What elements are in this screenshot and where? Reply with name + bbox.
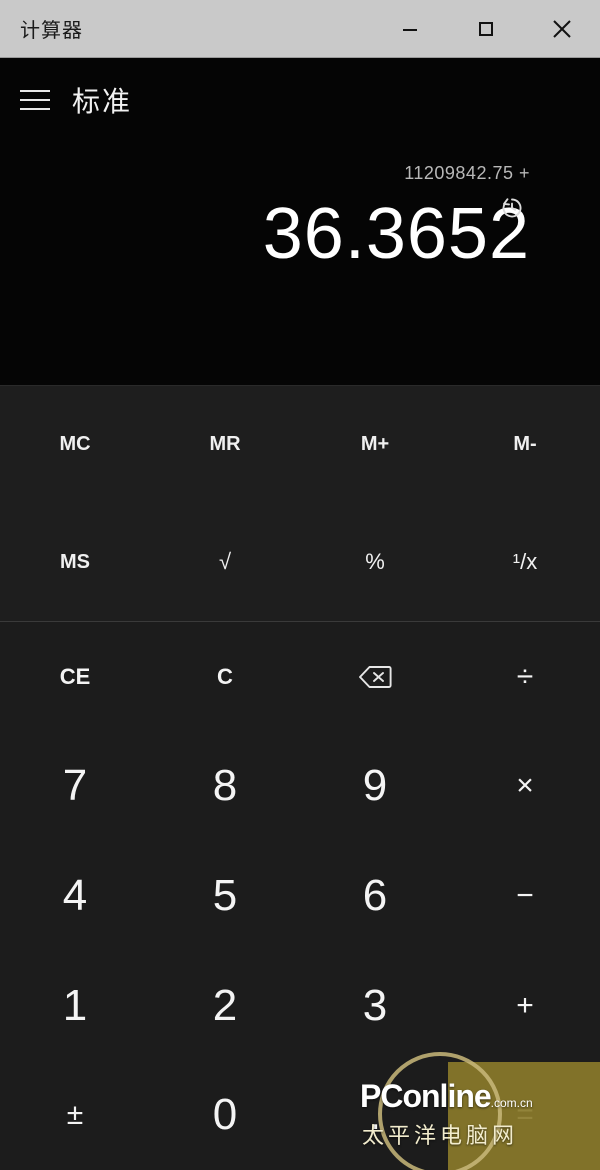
divide-key[interactable]: ÷ — [450, 622, 600, 732]
reciprocal-key[interactable]: ¹/x — [450, 504, 600, 622]
backspace-icon — [358, 664, 392, 690]
close-icon — [549, 16, 575, 42]
digit-4-key[interactable]: 4 — [0, 841, 150, 951]
expression-text: 11209842.75 + — [404, 163, 530, 183]
subtract-key[interactable]: − — [450, 841, 600, 951]
digit-5-key[interactable]: 5 — [150, 841, 300, 951]
display-area: 11209842.75 + 36.3652 — [0, 142, 600, 385]
hamburger-icon[interactable] — [20, 86, 56, 114]
window-title: 计算器 — [20, 20, 83, 42]
memory-key-m-minus[interactable]: M- — [450, 386, 600, 504]
maximize-icon — [475, 18, 497, 40]
digit-6-key[interactable]: 6 — [300, 841, 450, 951]
minimize-button[interactable] — [372, 0, 448, 58]
memory-key-mr[interactable]: MR — [150, 386, 300, 504]
equals-key[interactable]: = — [450, 1060, 600, 1170]
digit-3-key[interactable]: 3 — [300, 951, 450, 1061]
multiply-key[interactable]: × — [450, 732, 600, 842]
clear-entry-key[interactable]: CE — [0, 622, 150, 732]
memory-key-m-plus[interactable]: M+ — [300, 386, 450, 504]
memory-panel: MC MR M+ M- MS √ % ¹/x — [0, 385, 600, 621]
hamburger-line — [20, 99, 50, 101]
history-icon — [498, 194, 526, 227]
digit-7-key[interactable]: 7 — [0, 732, 150, 842]
digit-9-key[interactable]: 9 — [300, 732, 450, 842]
memory-key-mc[interactable]: MC — [0, 386, 150, 504]
keypad: CE C ÷ 7 8 9 × 4 5 6 − 1 2 3 + ± 0 . = — [0, 622, 600, 1170]
backspace-key[interactable] — [300, 622, 450, 732]
memory-key-ms[interactable]: MS — [0, 504, 150, 622]
mode-bar: 标准 — [0, 58, 600, 142]
decimal-point-key[interactable]: . — [300, 1060, 450, 1170]
hamburger-line — [20, 108, 50, 110]
minimize-icon — [399, 18, 421, 40]
close-button[interactable] — [524, 0, 600, 58]
clear-key[interactable]: C — [150, 622, 300, 732]
digit-0-key[interactable]: 0 — [150, 1060, 300, 1170]
square-root-key[interactable]: √ — [150, 504, 300, 622]
add-key[interactable]: + — [450, 951, 600, 1061]
digit-2-key[interactable]: 2 — [150, 951, 300, 1061]
maximize-button[interactable] — [448, 0, 524, 58]
hamburger-line — [20, 90, 50, 92]
history-button[interactable] — [494, 192, 530, 228]
digit-8-key[interactable]: 8 — [150, 732, 300, 842]
result-text: 36.3652 — [262, 194, 530, 274]
digit-1-key[interactable]: 1 — [0, 951, 150, 1061]
plus-minus-key[interactable]: ± — [0, 1060, 150, 1170]
calculator-window: 计算器 标准 11209842.75 + 36.3652 MC MR M+ M-… — [0, 0, 600, 1170]
mode-label: 标准 — [72, 86, 133, 117]
title-bar: 计算器 — [0, 0, 600, 58]
percent-key[interactable]: % — [300, 504, 450, 622]
